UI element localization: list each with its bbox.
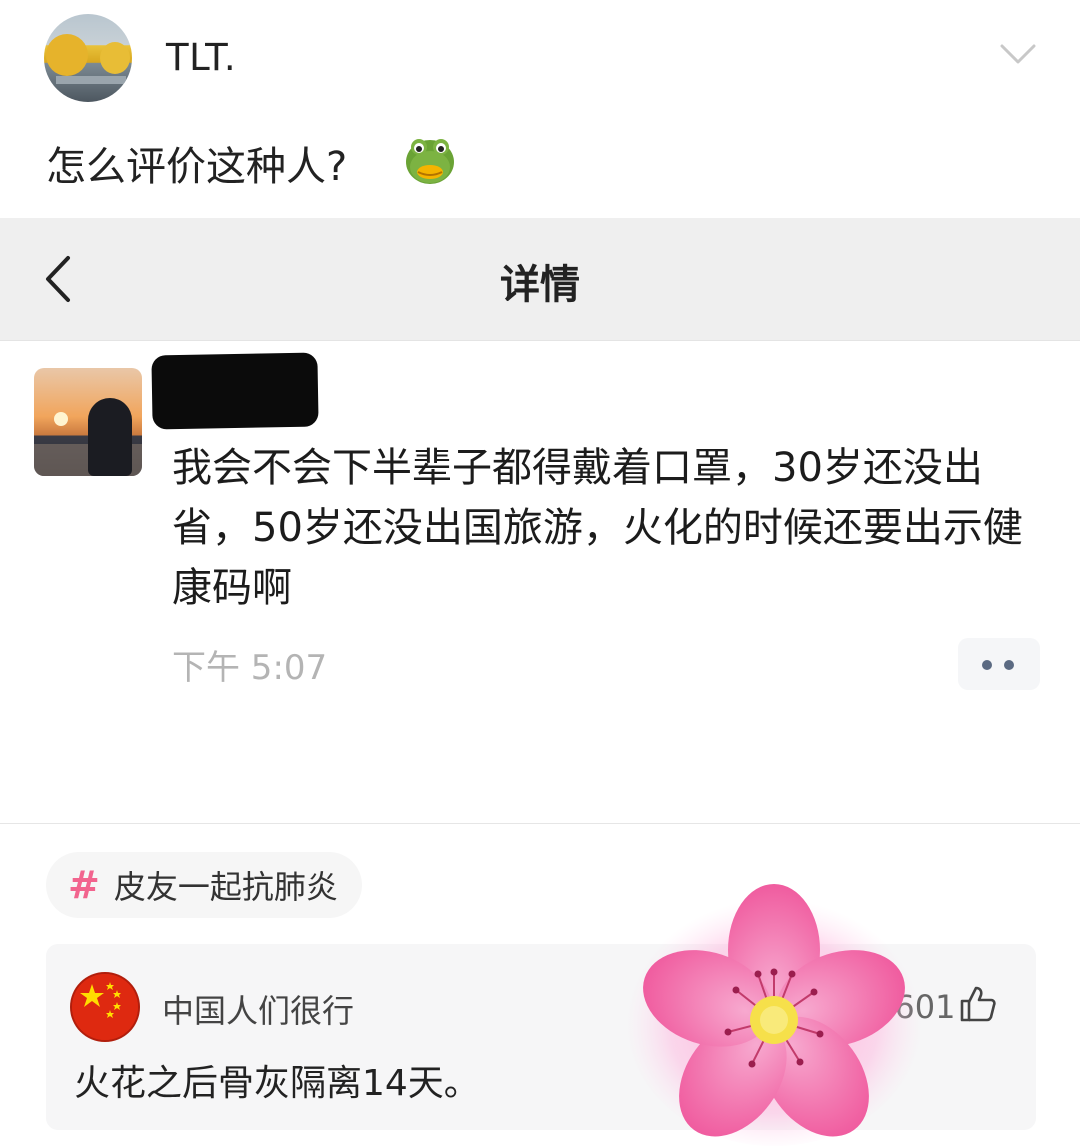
comment-text: 火花之后骨灰隔离14天。	[74, 1063, 480, 1104]
hash-icon: #	[68, 863, 100, 907]
author-avatar[interactable]	[44, 14, 132, 102]
author-username[interactable]: TLT.	[166, 36, 236, 79]
commenter-avatar[interactable]	[72, 974, 138, 1040]
china-flag-icon	[72, 974, 138, 1040]
screenshot-user-avatar	[34, 368, 142, 476]
detail-page-title: 详情	[500, 262, 580, 308]
thumbs-up-icon[interactable]	[958, 984, 998, 1024]
more-dots-icon[interactable]	[958, 638, 1040, 690]
topic-label: 皮友一起抗肺炎	[113, 868, 338, 906]
cherry-blossom-sticker	[626, 884, 922, 1146]
frog-face-emoji-icon	[406, 139, 454, 184]
post-text: 怎么评价这种人?	[46, 144, 348, 190]
topic-tag[interactable]: # 皮友一起抗肺炎	[46, 852, 362, 918]
chevron-down-icon[interactable]	[998, 40, 1038, 68]
redacted-username	[151, 352, 319, 430]
screenshot-post-time: 下午 5:07	[172, 648, 328, 688]
screenshot-post-text: 我会不会下半辈子都得戴着口罩，30岁还没出省，50岁还没出国旅游，火化的时候还要…	[172, 445, 1023, 611]
commenter-username[interactable]: 中国人们很行	[162, 986, 354, 1032]
